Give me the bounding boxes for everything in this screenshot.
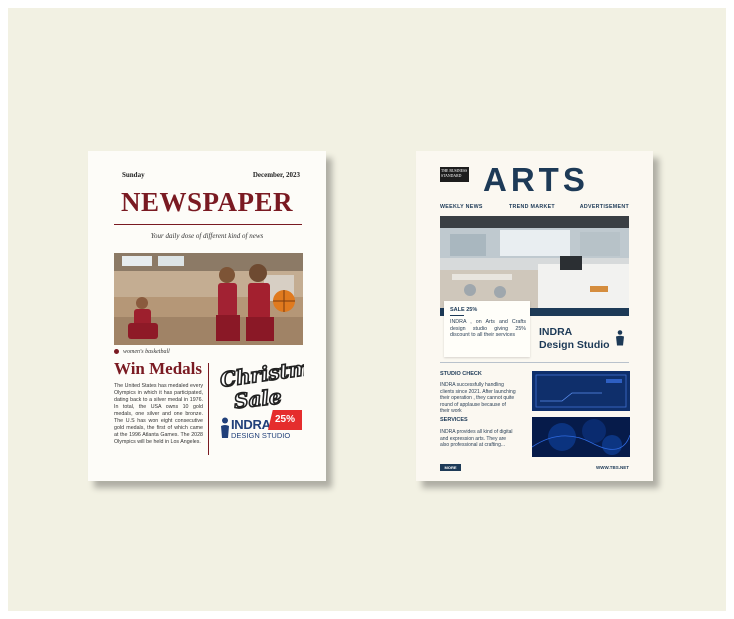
sale-text: INDRA , on Arts and Crafts design studio… xyxy=(450,319,526,339)
services-text: INDRA provides all kind of digital and e… xyxy=(440,429,513,448)
bullet-icon xyxy=(114,349,119,355)
newspaper-date: December, 2023 xyxy=(252,171,300,179)
sale-underline xyxy=(450,315,464,316)
sale-box: SALE 25% INDRA , on Arts and Crafts desi… xyxy=(444,301,530,357)
publisher-logo: THE BUSINESS STANDARD xyxy=(440,167,469,182)
services-title: SERVICES xyxy=(440,417,468,423)
studio-check-title: STUDIO CHECK xyxy=(440,371,482,377)
newspaper-masthead: NEWSPAPER xyxy=(120,187,293,217)
studio-photo xyxy=(440,216,629,308)
newspaper-tagline: Your daily dose of different kind of new… xyxy=(150,232,264,240)
article-headline: Win Medals xyxy=(114,359,203,378)
discount-badge: 25% xyxy=(268,410,302,430)
indra-person-icon xyxy=(221,417,229,438)
arts-brand-line2: Design Studio xyxy=(539,339,610,351)
christmas-sale-lettering: Christmas Sale xyxy=(216,351,336,414)
nav-weekly-news[interactable]: WEEKLY NEWS xyxy=(440,204,483,210)
nav-advertisement[interactable]: ADVERTISEMENT xyxy=(580,204,629,210)
more-button[interactable]: MORE xyxy=(440,464,461,471)
basketball-photo xyxy=(114,253,303,345)
canvas-background: Sunday December, 2023 NEWSPAPER Your dai… xyxy=(8,8,726,611)
indra-logo: INDRA DESIGN STUDIO 25% xyxy=(220,410,304,449)
newspaper-day: Sunday xyxy=(122,171,145,179)
arts-brand-line1: INDRA xyxy=(539,326,573,338)
services-image xyxy=(532,417,630,457)
sale-title: SALE 25% xyxy=(450,307,478,313)
website-link[interactable]: WWW.TBS.NET xyxy=(596,465,629,470)
brand-name: INDRA xyxy=(231,417,271,432)
studio-check-image xyxy=(532,371,630,411)
section-divider xyxy=(440,362,629,363)
column-divider xyxy=(208,363,209,455)
studio-check-text: INDRA successfully handling clients sinc… xyxy=(440,382,516,414)
photo-caption: women's basketball xyxy=(114,349,170,355)
arts-card: THE BUSINESS STANDARD ARTS WEEKLY NEWS T… xyxy=(416,151,653,481)
svg-text:Sale: Sale xyxy=(233,384,283,413)
indra-person-icon xyxy=(616,330,624,346)
brand-subtitle: DESIGN STUDIO xyxy=(231,431,291,440)
arts-brand: INDRA Design Studio xyxy=(539,326,610,352)
arts-masthead: ARTS xyxy=(483,161,589,198)
masthead-divider xyxy=(114,224,302,225)
article-body: The United States has medaled every Olym… xyxy=(114,383,203,445)
christmas-sale-logo: Christmas Sale xyxy=(218,351,336,414)
nav-trend-market[interactable]: TREND MARKET xyxy=(509,204,555,210)
newspaper-card: Sunday December, 2023 NEWSPAPER Your dai… xyxy=(88,151,336,481)
